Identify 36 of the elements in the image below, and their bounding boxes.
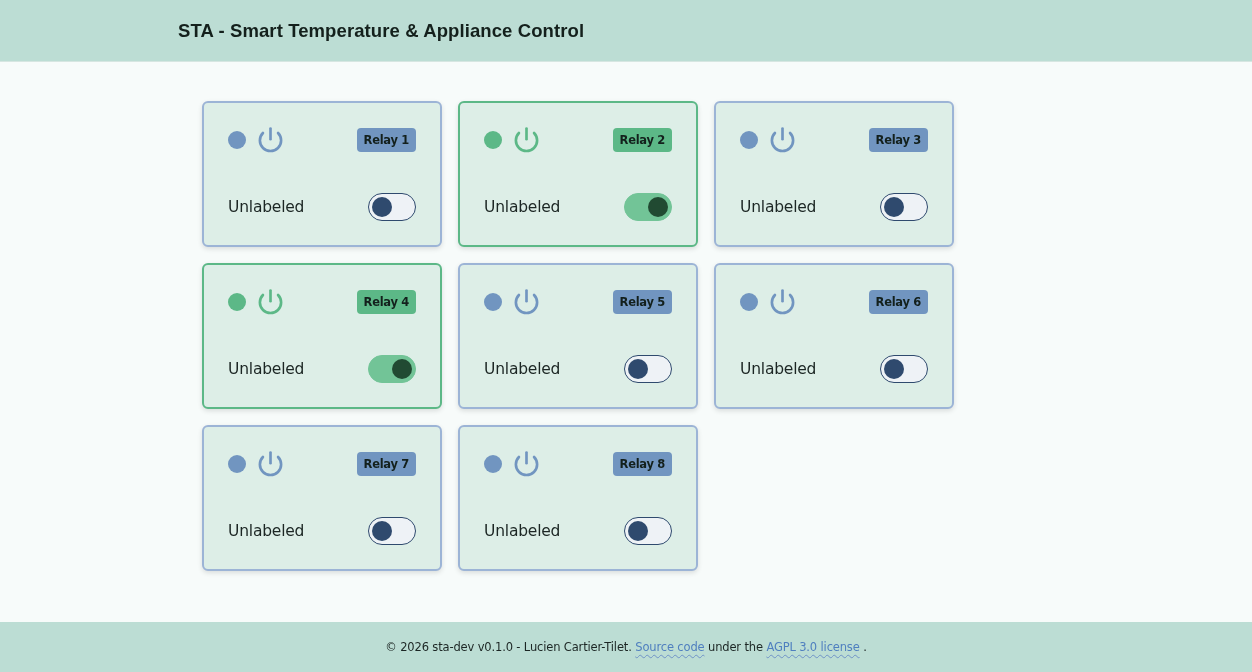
relay-number-tag: Relay 5 [612, 290, 672, 314]
toggle-switch[interactable] [624, 193, 672, 221]
relay-number-tag: Relay 7 [356, 452, 416, 476]
toggle-switch[interactable] [368, 517, 416, 545]
power-icon [514, 127, 539, 153]
relay-number-tag: Relay 3 [868, 128, 928, 152]
relay-name: Unlabeled [228, 198, 305, 216]
relay-number-tag: Relay 6 [868, 290, 928, 314]
relay-name: Unlabeled [740, 198, 817, 216]
power-icon [514, 451, 539, 477]
toggle-switch[interactable] [624, 355, 672, 383]
relay-name: Unlabeled [484, 360, 561, 378]
license-link[interactable]: AGPL 3.0 license [766, 640, 860, 654]
toggle-switch[interactable] [368, 193, 416, 221]
toggle-switch[interactable] [880, 193, 928, 221]
power-icon [258, 451, 283, 477]
relay-name: Unlabeled [228, 522, 305, 540]
power-icon [770, 127, 795, 153]
relay-name: Unlabeled [484, 522, 561, 540]
relay-name: Unlabeled [228, 360, 305, 378]
toggle-switch[interactable] [624, 517, 672, 545]
relay-name: Unlabeled [740, 360, 817, 378]
power-icon [770, 289, 795, 315]
relay-number-tag: Relay 4 [356, 290, 416, 314]
relay-number-tag: Relay 1 [356, 128, 416, 152]
relay-number-tag: Relay 2 [612, 128, 672, 152]
toggle-switch[interactable] [880, 355, 928, 383]
app-title: STA - Smart Temperature & Appliance Control [178, 19, 585, 42]
power-icon [514, 289, 539, 315]
power-icon [258, 289, 283, 315]
relay-name: Unlabeled [484, 198, 561, 216]
footer-text: © 2026 sta-dev v0.1.0 - Lucien Cartier-Tilet. Source code under the AGPL 3.0 license . [385, 640, 867, 654]
toggle-switch[interactable] [368, 355, 416, 383]
source-code-link[interactable]: Source code [635, 640, 705, 654]
relay-number-tag: Relay 8 [612, 452, 672, 476]
power-icon [258, 127, 283, 153]
